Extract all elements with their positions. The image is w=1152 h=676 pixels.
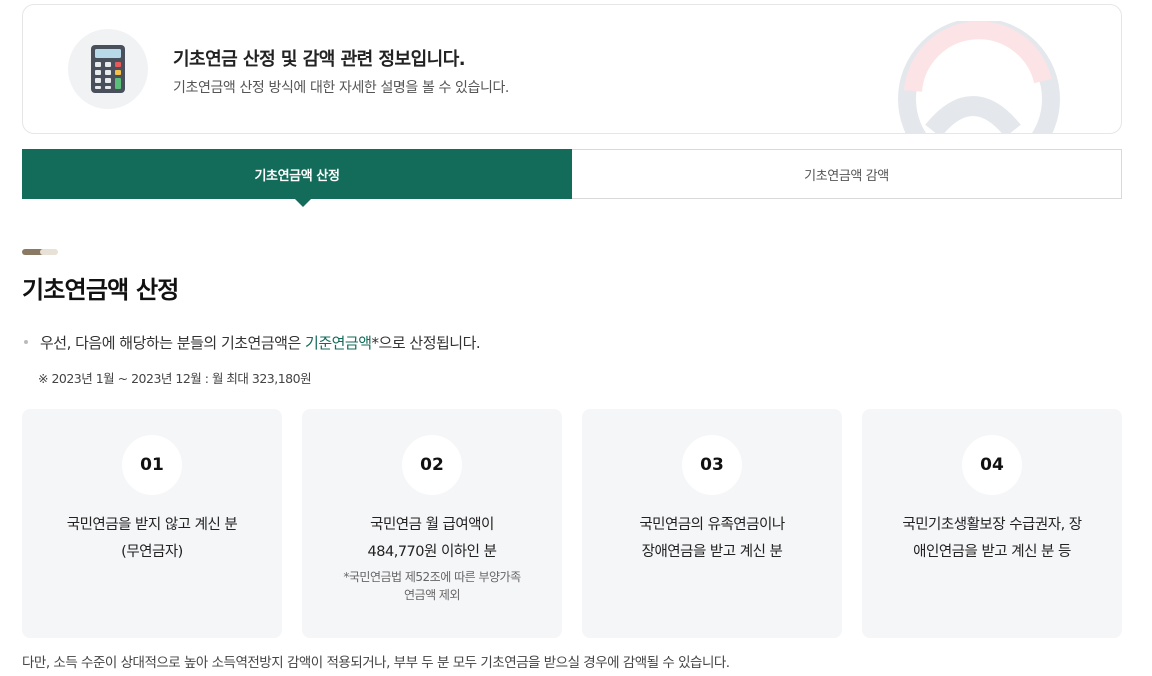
reduction-note: 다만, 소득 수준이 상대적으로 높아 소득역전방지 감액이 적용되거나, 부부…: [22, 655, 730, 671]
card-footnote: *국민연금법 제52조에 따른 부양가족 연금액 제외: [312, 568, 552, 604]
card-line: 국민기초생활보장 수급권자, 장: [902, 517, 1082, 533]
card-footnote-line: *국민연금법 제52조에 따른 부양가족: [343, 570, 521, 584]
bullet-dot-icon: [24, 340, 28, 344]
card-footnote-line: 연금액 제외: [403, 588, 461, 602]
criteria-card: 01 국민연금을 받지 않고 계신 분 (무연금자): [22, 409, 282, 638]
criteria-card: 03 국민연금의 유족연금이나 장애연금을 받고 계신 분: [582, 409, 842, 638]
intro-title: 기초연금 산정 및 감액 관련 정보입니다.: [173, 49, 466, 70]
card-number: 04: [962, 435, 1022, 495]
intro-description: 기초연금액 산정 방식에 대한 자세한 설명을 볼 수 있습니다.: [173, 80, 509, 96]
section-title: 기초연금액 산정: [22, 276, 179, 304]
active-tab-pointer-icon: [295, 199, 311, 207]
card-text: 국민연금의 유족연금이나 장애연금을 받고 계신 분: [592, 512, 832, 566]
standard-pension-link: 기준연금액: [305, 334, 372, 352]
card-line: (무연금자): [121, 544, 183, 560]
amount-note: ※ 2023년 1월 ~ 2023년 12월 : 월 최대 323,180원: [38, 371, 312, 386]
card-text: 국민연금 월 급여액이 484,770원 이하인 분: [312, 512, 552, 566]
bullet-suffix: *으로 산정됩니다.: [371, 334, 481, 352]
section-decoration: [22, 249, 58, 255]
intro-banner: 기초연금 산정 및 감액 관련 정보입니다. 기초연금액 산정 방식에 대한 자…: [22, 4, 1122, 134]
card-number: 03: [682, 435, 742, 495]
card-line: 국민연금 월 급여액이: [370, 517, 494, 533]
card-text: 국민연금을 받지 않고 계신 분 (무연금자): [32, 512, 272, 566]
bullet-text: 우선, 다음에 해당하는 분들의 기초연금액은 기준연금액*으로 산정됩니다.: [24, 332, 481, 353]
tab-basic-pension-reduction[interactable]: 기초연금액 감액: [572, 149, 1122, 199]
card-line: 국민연금을 받지 않고 계신 분: [66, 517, 238, 533]
tab-basic-pension-calculation[interactable]: 기초연금액 산정: [22, 149, 572, 199]
bullet-prefix: 우선, 다음에 해당하는 분들의 기초연금액은: [40, 334, 306, 352]
calculator-icon: [68, 29, 148, 109]
card-line: 국민연금의 유족연금이나: [639, 517, 785, 533]
criteria-card: 04 국민기초생활보장 수급권자, 장 애인연금을 받고 계신 분 등: [862, 409, 1122, 638]
tab-bar: 기초연금액 산정 기초연금액 감액: [22, 149, 1122, 207]
government-emblem-icon: [898, 21, 1060, 133]
card-text: 국민기초생활보장 수급권자, 장 애인연금을 받고 계신 분 등: [872, 512, 1112, 566]
criteria-card: 02 국민연금 월 급여액이 484,770원 이하인 분 *국민연금법 제52…: [302, 409, 562, 638]
card-line: 애인연금을 받고 계신 분 등: [913, 544, 1071, 560]
card-line: 장애연금을 받고 계신 분: [641, 544, 783, 560]
page: 기초연금 산정 및 감액 관련 정보입니다. 기초연금액 산정 방식에 대한 자…: [0, 0, 1152, 676]
card-line: 484,770원 이하인 분: [367, 544, 497, 560]
card-number: 01: [122, 435, 182, 495]
card-number: 02: [402, 435, 462, 495]
